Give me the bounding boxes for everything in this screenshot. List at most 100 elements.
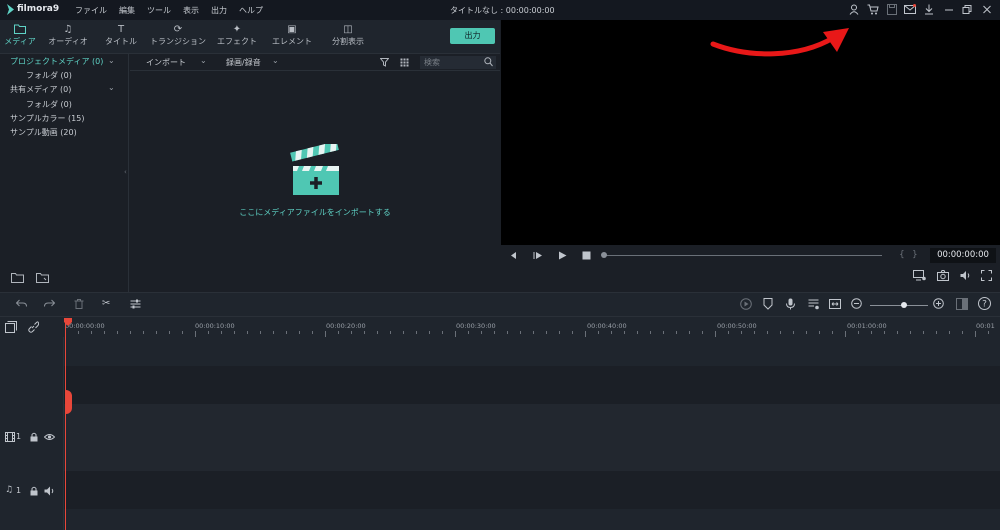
music-note-icon: ♫ [5,485,14,495]
seek-handle[interactable] [601,252,607,258]
tab-elements[interactable]: ▣ エレメント [262,24,322,47]
account-icon[interactable] [849,4,859,19]
music-note-icon: ♫ [63,24,73,35]
minimize-icon[interactable] [944,4,954,19]
snapshot-camera-icon[interactable] [937,270,949,285]
ruler-tick [910,331,911,334]
chevron-down-icon[interactable]: ⌄ [108,56,115,65]
playhead-grip-handle[interactable] [65,390,72,414]
voiceover-list-icon[interactable] [808,298,819,314]
close-icon[interactable] [982,4,992,19]
record-dropdown[interactable]: 録画/録音 [226,57,261,68]
split-screen-icon: ◫ [343,24,353,35]
help-icon[interactable]: ? [978,297,991,314]
ruler-tick [663,331,664,334]
import-hint-text[interactable]: ここにメディアファイルをインポートする [130,207,500,218]
adjust-icon[interactable] [130,299,141,313]
microphone-icon[interactable] [786,298,795,314]
lock-icon[interactable] [30,486,38,499]
sidebar-item-folder[interactable]: フォルダ (0) [26,70,72,81]
ruler-tick [377,331,378,334]
folder-open-icon[interactable] [36,272,49,286]
mark-in-icon[interactable]: { [899,250,905,260]
menu-item-help[interactable]: ヘルプ [239,6,263,15]
filter-icon[interactable] [379,58,390,70]
ruler-tick [78,331,79,334]
ruler-tick [351,331,352,334]
cut-scissors-icon[interactable]: ✂ [102,298,110,310]
play-icon[interactable] [558,251,567,264]
menu-item-edit[interactable]: 編集 [119,6,135,15]
ruler-label: 00:01:00:00 [847,322,887,330]
stop-icon[interactable] [582,251,591,264]
chevron-down-icon[interactable]: ⌄ [272,56,279,65]
chevron-down-icon[interactable]: ⌄ [200,56,207,65]
delete-icon[interactable] [74,299,84,313]
restore-icon[interactable] [962,4,972,19]
zoom-in-icon[interactable] [933,298,944,313]
volume-icon[interactable] [960,270,971,285]
search-icon[interactable] [484,57,493,70]
cart-icon[interactable] [867,4,879,19]
ruler-tick [338,331,339,334]
menu-item-file[interactable]: ファイル [75,6,107,15]
chevron-down-icon[interactable]: ⌄ [108,83,115,92]
seek-bar[interactable] [602,255,882,256]
undo-icon[interactable] [15,299,27,313]
sidebar-item-project-media[interactable]: プロジェクトメディア (0) [10,56,103,67]
preview-viewer [501,20,1000,245]
playhead-line[interactable] [65,318,66,530]
clapperboard-import-icon[interactable] [288,141,344,196]
tab-audio[interactable]: ♫ オーディオ [38,24,98,47]
tab-effects[interactable]: ✦ エフェクト [207,24,267,47]
sidebar-item-sample-colors[interactable]: サンプルカラー (15) [10,113,84,124]
sidebar-item-shared-media[interactable]: 共有メディア (0) [10,84,71,95]
audio-track-1[interactable]: ♫ 1 [0,471,1000,509]
tab-titles[interactable]: T タイトル [91,24,151,47]
sidebar-item-shared-folder[interactable]: フォルダ (0) [26,99,72,110]
fit-timeline-icon[interactable] [829,298,841,314]
marker-shield-icon[interactable] [763,298,773,314]
ruler-label: 00:00:10:00 [195,322,235,330]
speaker-icon[interactable] [44,486,55,499]
zoom-out-icon[interactable] [851,298,862,313]
ruler-tick [286,331,287,334]
panel-layout-icon[interactable] [956,298,968,314]
mail-icon[interactable] [904,4,916,19]
tab-transitions[interactable]: ⟳ トランジション [148,24,208,47]
display-settings-icon[interactable] [913,270,926,285]
export-button[interactable]: 出力 [450,28,495,44]
sidebar-item-sample-videos[interactable]: サンプル動画 (20) [10,127,77,138]
video-track-1[interactable]: 1 [0,404,1000,471]
media-library-sidebar: プロジェクトメディア (0) ⌄ フォルダ (0) 共有メディア (0) ⌄ フ… [0,54,129,292]
link-icon[interactable] [27,321,40,336]
new-folder-icon[interactable] [11,272,24,286]
fullscreen-icon[interactable] [981,270,992,285]
render-play-icon[interactable] [740,298,752,314]
menu-item-tools[interactable]: ツール [147,6,171,15]
step-back-icon[interactable] [509,251,518,264]
mark-out-icon[interactable]: } [912,250,918,260]
collapse-arrow-icon[interactable]: ‹ [124,168,127,176]
import-dropdown[interactable]: インポート [146,57,186,68]
grid-view-icon[interactable] [400,58,409,70]
track-spacer [0,509,1000,530]
search-input[interactable]: 検索 [420,56,496,69]
save-icon[interactable] [887,4,897,19]
zoom-slider[interactable] [870,305,928,306]
timeline-ruler[interactable]: 00:00:00:00 00:00:10:00 00:00:20:00 00:0… [0,317,1000,337]
add-track-icon[interactable] [5,321,17,336]
redo-icon[interactable] [44,299,56,313]
download-icon[interactable] [924,4,934,19]
menu-item-export[interactable]: 出力 [211,6,227,15]
zoom-slider-handle[interactable] [901,302,907,308]
tab-split-screen[interactable]: ◫ 分割表示 [318,24,378,47]
eye-icon[interactable] [43,432,56,445]
menu-item-view[interactable]: 表示 [183,6,199,15]
ruler-tick [689,331,690,334]
ruler-label: 00:00:30:00 [456,322,496,330]
empty-track[interactable] [0,366,1000,404]
lock-icon[interactable] [30,432,38,445]
ruler-tick [364,331,365,334]
frame-back-icon[interactable] [533,251,543,264]
